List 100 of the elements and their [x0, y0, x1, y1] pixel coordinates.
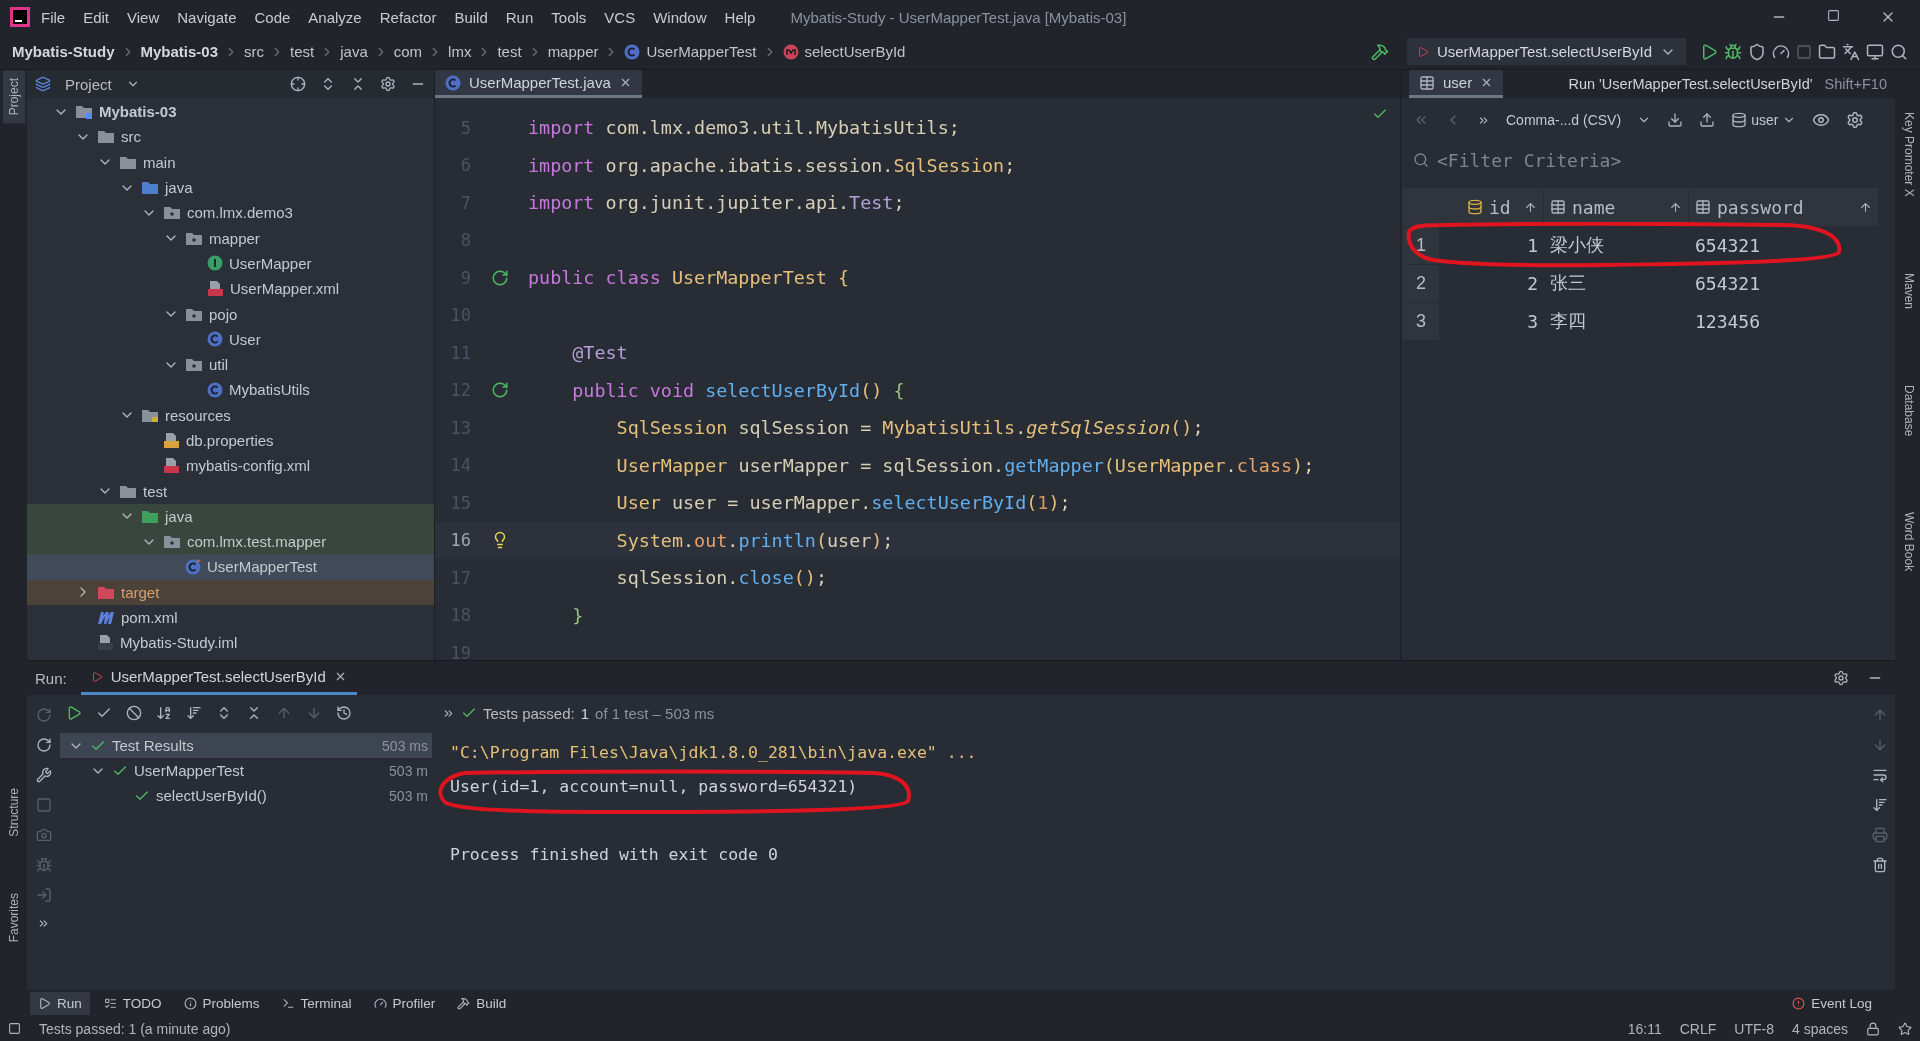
tool-window-tab[interactable]: Structure — [2, 779, 25, 845]
tree-item[interactable]: java — [165, 179, 193, 197]
tree-item[interactable]: Mybatis-03 — [99, 103, 177, 121]
tree-item[interactable]: UserMapperTest — [207, 558, 318, 576]
wrench-icon[interactable] — [35, 767, 52, 783]
tree-item[interactable]: UserMapper — [229, 254, 312, 272]
tool-window-tab[interactable]: Key Promoter X — [1895, 104, 1920, 205]
menu-item[interactable]: Analyze — [301, 4, 369, 30]
more-icon[interactable] — [37, 917, 50, 930]
breadcrumb[interactable]: UserMapperTest — [646, 43, 757, 60]
run-config-select[interactable]: UserMapperTest.selectUserById — [1406, 38, 1686, 65]
run-icon[interactable] — [1700, 42, 1718, 61]
tool-window-tab[interactable]: Database — [1895, 376, 1920, 445]
menu-item[interactable]: Run — [498, 4, 541, 30]
coverage-icon[interactable] — [1748, 42, 1766, 61]
menu-item[interactable]: Build — [447, 4, 495, 30]
menu-item[interactable]: Edit — [76, 4, 117, 30]
table-corner[interactable] — [1403, 188, 1439, 226]
test-config-tab[interactable]: UserMapperTest.selectUserById — [80, 661, 357, 695]
tree-item[interactable]: mapper — [209, 229, 260, 247]
tool-tab[interactable]: Terminal — [273, 991, 360, 1015]
translate-icon[interactable] — [1842, 42, 1860, 61]
tree-item[interactable]: Mybatis-Study.iml — [120, 634, 238, 652]
settings-icon[interactable] — [1833, 670, 1849, 686]
sort-icon[interactable] — [1524, 200, 1537, 214]
profile-icon[interactable] — [1772, 42, 1790, 61]
export-icon[interactable] — [1667, 112, 1684, 128]
tool-tab[interactable]: Profiler — [365, 991, 444, 1015]
menu-item[interactable]: View — [120, 4, 167, 30]
tree-item[interactable]: User — [229, 330, 261, 348]
menu-item[interactable]: File — [34, 4, 73, 30]
sort-icon[interactable] — [1859, 200, 1872, 214]
run-test-icon[interactable] — [490, 381, 509, 400]
settings-icon[interactable] — [1846, 111, 1865, 129]
breadcrumb[interactable]: java — [340, 43, 368, 60]
table-tab[interactable]: user — [1409, 70, 1504, 98]
tree-item[interactable]: mybatis-config.xml — [186, 457, 311, 475]
tree-item[interactable]: pom.xml — [121, 609, 178, 627]
panel-title[interactable]: Project — [65, 75, 112, 93]
schema-select[interactable]: user — [1751, 112, 1779, 128]
sort-duration-icon[interactable] — [186, 705, 202, 721]
project-structure-icon[interactable] — [1818, 42, 1836, 61]
view-icon[interactable] — [1812, 111, 1831, 129]
tool-tab[interactable]: Problems — [175, 991, 268, 1015]
lock-icon[interactable] — [1866, 1021, 1880, 1036]
soft-wrap-icon[interactable] — [1872, 767, 1888, 783]
status-item[interactable]: 4 spaces — [1791, 1020, 1848, 1037]
debug-icon[interactable] — [1724, 42, 1742, 61]
presentation-icon[interactable] — [1866, 42, 1884, 61]
import-icon[interactable] — [1699, 112, 1716, 128]
menu-item[interactable]: Code — [247, 4, 298, 30]
test-node[interactable]: selectUserById() — [156, 787, 267, 804]
run-test-icon[interactable] — [490, 268, 509, 287]
tree-item[interactable]: main — [143, 153, 176, 171]
format-select[interactable]: Comma-...d (CSV) — [1506, 112, 1622, 128]
menu-item[interactable]: Window — [646, 4, 714, 30]
toggle-icon[interactable] — [35, 737, 52, 753]
breadcrumb[interactable]: com — [393, 43, 423, 60]
menu-item[interactable]: VCS — [597, 4, 643, 30]
tree-item[interactable]: util — [209, 356, 229, 374]
breadcrumb[interactable]: Mybatis-03 — [140, 43, 219, 60]
menu-item[interactable]: Help — [717, 4, 763, 30]
menu-item[interactable]: Tools — [544, 4, 594, 30]
scroll-end-icon[interactable] — [1872, 797, 1888, 813]
breadcrumb[interactable]: mapper — [547, 43, 599, 60]
layout-icon[interactable] — [8, 1022, 21, 1035]
tree-item[interactable]: test — [143, 482, 168, 500]
star-icon[interactable] — [1898, 1021, 1912, 1036]
tool-tab[interactable]: Run — [30, 991, 90, 1015]
status-item[interactable]: UTF-8 — [1734, 1020, 1774, 1037]
test-node[interactable]: UserMapperTest — [134, 762, 245, 779]
breadcrumb[interactable]: test — [497, 43, 522, 60]
tool-window-tab[interactable]: Favorites — [2, 884, 25, 950]
tree-item[interactable]: com.lmx.demo3 — [187, 204, 293, 222]
tool-tab[interactable]: TODO — [95, 991, 170, 1015]
breadcrumb[interactable]: Mybatis-Study — [12, 43, 115, 60]
status-item[interactable]: 16:11 — [1627, 1020, 1662, 1037]
editor-tab[interactable]: UserMapperTest.java — [435, 70, 642, 98]
sort-icon[interactable] — [1669, 200, 1682, 214]
column-header[interactable]: id — [1439, 188, 1544, 226]
event-log-tab[interactable]: Event Log — [1784, 991, 1880, 1015]
search-icon[interactable] — [1890, 42, 1908, 61]
locate-icon[interactable] — [290, 76, 306, 92]
tree-item[interactable]: java — [165, 507, 193, 525]
clear-icon[interactable] — [1872, 857, 1888, 873]
settings-icon[interactable] — [380, 76, 396, 92]
tool-window-tab[interactable]: Word Book — [1895, 504, 1920, 580]
tree-item[interactable]: resources — [165, 406, 231, 424]
tool-window-tab[interactable]: Project — [2, 70, 25, 124]
tree-item[interactable]: target — [121, 583, 160, 601]
tree-item[interactable]: MybatisUtils — [229, 381, 310, 399]
hammer-icon[interactable] — [1370, 42, 1389, 61]
tree-item[interactable]: src — [121, 128, 141, 146]
column-header[interactable]: password — [1689, 188, 1879, 226]
menu-item[interactable]: Refactor — [372, 4, 444, 30]
breadcrumb[interactable]: test — [290, 43, 315, 60]
test-node[interactable]: Test Results — [112, 737, 194, 754]
history-icon[interactable] — [336, 705, 352, 721]
breadcrumb[interactable]: lmx — [448, 43, 472, 60]
maximize-icon[interactable] — [1827, 9, 1840, 22]
